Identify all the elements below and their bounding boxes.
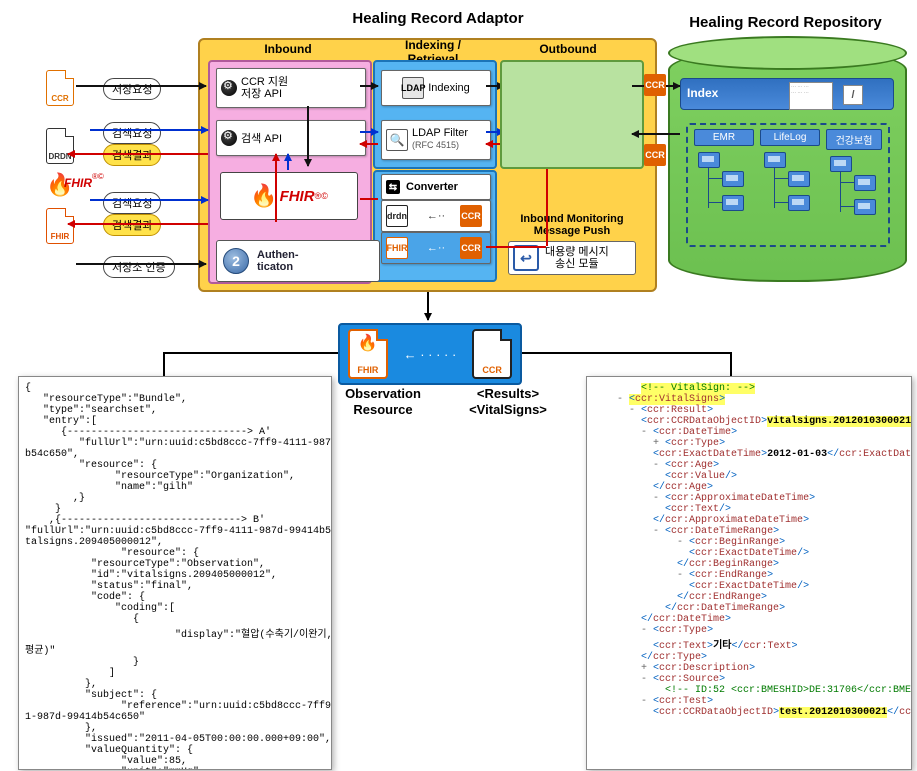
ccr-doc-icon: CCR bbox=[472, 329, 512, 379]
ccr-icon: CCR bbox=[460, 205, 482, 227]
repository-title: Healing Record Repository bbox=[668, 14, 903, 31]
repo-col-2: 건강보험 bbox=[826, 129, 882, 230]
fhir-icon: FHIR bbox=[386, 237, 408, 259]
pill-search-result-1: 검색결과 bbox=[103, 144, 161, 166]
repo-inner: EMR LifeLog 건강보험 bbox=[686, 123, 890, 247]
fhir-doc-label: FHIR bbox=[357, 365, 378, 375]
converter-icon: ⇆ bbox=[386, 180, 400, 194]
gear-icon bbox=[221, 130, 237, 146]
converter-title-box: ⇆ Converter bbox=[381, 174, 491, 200]
repo-col-0: EMR bbox=[694, 129, 754, 226]
store-api-box: CCR 지원 저장 API bbox=[216, 68, 366, 108]
ldap-icon: LDAP bbox=[402, 77, 424, 99]
drdn-icon: drdn bbox=[386, 205, 408, 227]
repo-index-label: Index bbox=[687, 86, 718, 100]
push-icon: ↩ bbox=[513, 245, 539, 271]
auth-badge-icon: 2 bbox=[223, 248, 249, 274]
observation-label-1: Observation bbox=[328, 386, 438, 401]
fhir-ext-sup: ®© bbox=[92, 172, 104, 181]
pill-storage-auth: 저장소 인증 bbox=[103, 256, 175, 278]
ccr-icon: CCR bbox=[644, 74, 666, 96]
ldap-filter-box: LDAP Filter (RFC 4515) bbox=[381, 120, 491, 160]
ccr-doc-label: CCR bbox=[482, 365, 502, 375]
fhir-ext-label: FHIR bbox=[64, 176, 92, 190]
fhir-box: 🔥 FHIR ®© bbox=[220, 172, 358, 220]
json-code: { "resourceType":"Bundle", "type":"searc… bbox=[25, 383, 325, 770]
fhir-doc-icon: 🔥 FHIR bbox=[348, 329, 388, 379]
indexing-box: LDAP Indexing bbox=[381, 70, 491, 106]
repo-col-1: LifeLog bbox=[760, 129, 820, 226]
xml-code-panel: <!-- VitalSign: --> - <ccr:VitalSigns> -… bbox=[586, 376, 912, 770]
auth-label: Authen- ticaton bbox=[257, 249, 299, 273]
repo-index-bar: Index ··· ··· ······ ··· ··· / bbox=[680, 78, 894, 110]
monitor-title2: Message Push bbox=[508, 225, 636, 237]
repo-tree bbox=[694, 146, 754, 226]
flame-icon: 🔥 bbox=[358, 333, 378, 353]
pill-search-request-1: 검색요청 bbox=[103, 122, 161, 144]
vitalsigns-label: <VitalSigns> bbox=[458, 402, 558, 417]
repo-tree bbox=[826, 150, 882, 230]
flame-icon: 🔥 bbox=[250, 183, 277, 209]
repo-index-doc-icon: ··· ··· ······ ··· ··· bbox=[789, 82, 833, 110]
ldap-filter-line1: LDAP Filter bbox=[412, 127, 468, 139]
converter-row-1: FHIR ←·· CCR bbox=[381, 232, 491, 264]
monitor-box: Inbound Monitoring Message Push ↩ 대용량 메시… bbox=[508, 213, 636, 273]
fhir-sup: ®© bbox=[315, 191, 328, 201]
converter-title: Converter bbox=[406, 181, 458, 193]
repo-tree bbox=[760, 146, 820, 226]
indexing-label-text: Indexing bbox=[428, 82, 470, 95]
auth-box: 2 Authen- ticaton bbox=[216, 240, 380, 282]
arrow-left-dashed-icon: ← · · · · · bbox=[404, 347, 457, 362]
store-api-label: CCR 지원 저장 API bbox=[241, 76, 288, 100]
pill-search-request-2: 검색요청 bbox=[103, 192, 161, 214]
ldap-filter-line2: (RFC 4515) bbox=[412, 140, 459, 150]
outbound-label: Outbound bbox=[528, 42, 608, 56]
repository-top bbox=[668, 36, 907, 70]
repo-col-0-hdr: EMR bbox=[694, 129, 754, 146]
adaptor-title: Healing Record Adaptor bbox=[308, 10, 568, 27]
converter-row-0: drdn ←·· CCR bbox=[381, 200, 491, 232]
pill-search-result-2: 검색결과 bbox=[103, 214, 161, 236]
output-pair: 🔥 FHIR ← · · · · · CCR bbox=[338, 323, 522, 385]
fhir-text: FHIR bbox=[280, 188, 315, 205]
repo-slash: / bbox=[843, 85, 863, 105]
magnifier-icon bbox=[386, 129, 408, 151]
arrow-left-icon: ←·· bbox=[427, 210, 445, 222]
arrow-left-icon: ←·· bbox=[427, 242, 445, 254]
repo-col-1-hdr: LifeLog bbox=[760, 129, 820, 146]
drdn-file-icon: DRDN bbox=[46, 128, 74, 164]
monitor-body: 대용량 메시지 송신 모듈 bbox=[545, 246, 609, 270]
gear-icon bbox=[221, 80, 237, 96]
inbound-label: Inbound bbox=[248, 42, 328, 56]
search-api-label: 검색 API bbox=[241, 130, 282, 146]
monitor-title1: Inbound Monitoring bbox=[508, 213, 636, 225]
ccr-icon: CCR bbox=[460, 237, 482, 259]
outbound-panel bbox=[500, 60, 644, 169]
ccr-icon: CCR bbox=[644, 144, 666, 166]
repo-col-2-hdr: 건강보험 bbox=[826, 129, 882, 150]
results-label: <Results> bbox=[458, 386, 558, 401]
pill-store-request: 저장요청 bbox=[103, 78, 161, 100]
search-api-box: 검색 API bbox=[216, 120, 366, 156]
observation-label-2: Resource bbox=[328, 402, 438, 417]
ccr-file-icon: CCR bbox=[46, 70, 74, 106]
json-code-panel: { "resourceType":"Bundle", "type":"searc… bbox=[18, 376, 332, 770]
